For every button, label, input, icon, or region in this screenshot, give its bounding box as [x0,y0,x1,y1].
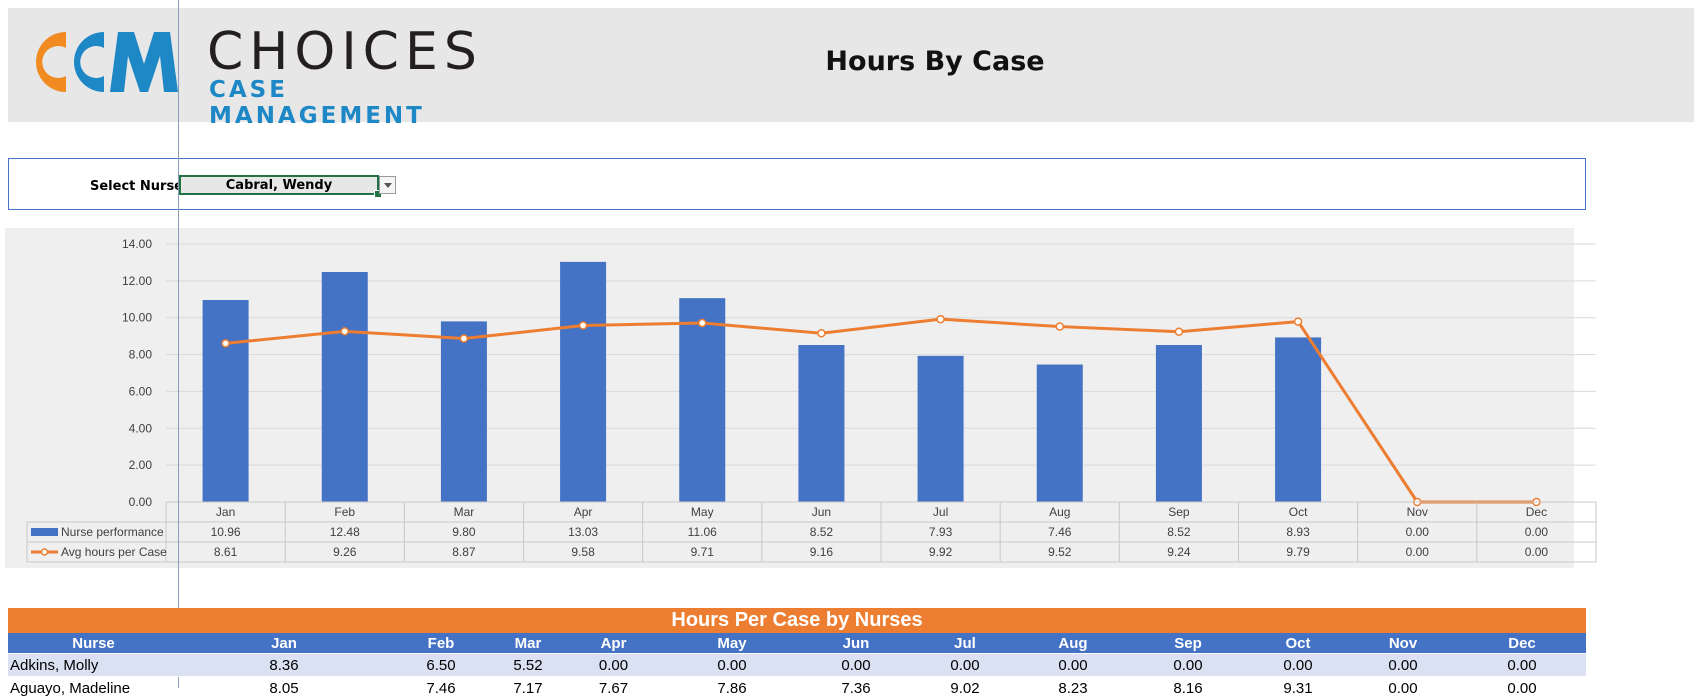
ccm-logo-mark [22,22,182,102]
hours-cell[interactable]: 0.00 [1458,654,1586,677]
column-header: Dec [1458,633,1586,654]
table-row: Adkins, Molly8.366.505.520.000.000.000.0… [8,654,1586,677]
hours-cell[interactable]: 0.00 [912,654,1018,677]
column-header: Jun [800,633,912,654]
hours-per-case-table: Hours Per Case by Nurses NurseJanFebMarA… [8,608,1586,699]
chart-area[interactable] [5,228,1574,568]
logo-text-choices: CHOICES [207,26,483,78]
column-header: Oct [1248,633,1348,654]
nurse-dropdown-button[interactable] [379,176,396,194]
table-header-row: NurseJanFebMarAprMayJunJulAugSepOctNovDe… [8,633,1586,654]
hours-cell[interactable]: 8.36 [179,654,389,677]
column-header: Jan [179,633,389,654]
column-header: Jul [912,633,1018,654]
hours-cell[interactable]: 0.00 [1128,654,1248,677]
company-logo: CHOICES CASE MANAGEMENT [22,22,502,102]
logo-text-case-management: CASE MANAGEMENT [209,77,502,129]
column-header: Aug [1018,633,1128,654]
hours-cell[interactable]: 0.00 [1248,654,1348,677]
column-header: May [664,633,800,654]
nurse-name-cell[interactable]: Adkins, Molly [8,654,179,677]
page-title: Hours By Case [760,46,1110,77]
nurse-hours-table: NurseJanFebMarAprMayJunJulAugSepOctNovDe… [8,633,1586,699]
cell-gridline [178,0,179,688]
nurse-select-cell[interactable]: Cabral, Wendy [179,175,379,195]
hours-cell[interactable]: 5.52 [493,654,563,677]
hours-cell[interactable]: 0.00 [800,654,912,677]
column-header: Nov [1348,633,1458,654]
hours-cell[interactable]: 0.00 [1348,654,1458,677]
table-title: Hours Per Case by Nurses [8,608,1586,633]
column-header: Mar [493,633,563,654]
column-header: Nurse [8,633,179,654]
hours-cell[interactable]: 0.00 [563,654,664,677]
column-header: Apr [563,633,664,654]
hours-cell[interactable]: 0.00 [1018,654,1128,677]
column-header: Sep [1128,633,1248,654]
column-header: Feb [389,633,493,654]
hours-cell[interactable]: 6.50 [389,654,493,677]
hours-cell[interactable]: 0.00 [664,654,800,677]
